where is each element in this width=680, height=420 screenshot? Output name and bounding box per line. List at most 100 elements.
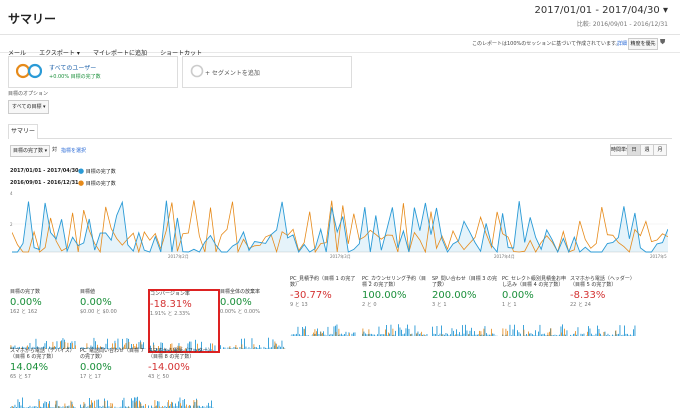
dot-icon: ●: [78, 179, 85, 187]
view-hour-button[interactable]: 時間単位: [610, 144, 631, 156]
metric-card-value: 0.00%: [10, 297, 42, 308]
metric-card-sub: $0.00 と $0.00: [80, 309, 117, 315]
metric-card-sub: 2 と 0: [362, 302, 377, 308]
metric-card[interactable]: スマホから電話（ヘッダー）（目標 5 の完了数） -8.33% 22 と 24: [570, 276, 638, 336]
tab-summary[interactable]: サマリー: [8, 124, 38, 139]
metric-sparkline: [502, 324, 568, 336]
add-segment-button[interactable]: + セグメントを追加: [182, 56, 352, 88]
legend-secondary: ● 目標の完了数: [78, 179, 116, 187]
metric-select[interactable]: 目標の完了数 ▾: [10, 145, 50, 157]
view-week-button[interactable]: 週: [640, 144, 654, 156]
x-axis-label-feb: 2017年2月: [168, 254, 189, 259]
goal-option-label: 目標のオプション: [8, 91, 49, 97]
metric-card-label: SP_問い合わせ（目標 3 の完了数）: [432, 276, 498, 288]
metric-card[interactable]: コンバージョン率 -18.31% 1.91% と 2.33%: [148, 289, 220, 353]
goal-select[interactable]: すべての目標 ▾: [8, 100, 49, 114]
metric-card[interactable]: PC_カウンセリング予約（目標 2 の完了数） 100.00% 2 と 0: [362, 276, 430, 336]
metric-sparkline: [362, 324, 428, 336]
metric-card-value: 0.00%: [80, 297, 112, 308]
metric-card-value: -18.31%: [150, 299, 192, 310]
metric-card-value: 200.00%: [432, 290, 477, 301]
metric-card[interactable]: PC_見積予約（目標 1 の完了数） -30.77% 9 と 13: [290, 276, 358, 336]
metric-card-sub: 1 と 1: [502, 302, 517, 308]
page-title: サマリー: [8, 12, 57, 26]
tab-bar: [8, 124, 672, 139]
metric-card[interactable]: 目標の完了数 0.00% 162 と 162: [10, 289, 78, 349]
metric-card-sub: 3 と 1: [432, 302, 447, 308]
chevron-down-icon: ▾: [43, 104, 46, 110]
x-axis-label-apr: 2017年4月: [494, 254, 515, 259]
segment-all-users[interactable]: すべてのユーザー +0.00% 目標の完了数: [8, 56, 178, 88]
metric-card-sub: 22 と 24: [570, 302, 591, 308]
segment-name: すべてのユーザー: [49, 65, 97, 72]
metric-card-label: 目標値: [80, 289, 96, 295]
date-range-picker[interactable]: 2017/01/01 - 2017/04/30 ▾: [535, 5, 668, 16]
metric-card-value: -14.00%: [148, 362, 190, 373]
sampling-notice: このレポートは100%のセッションに基づいて作成されています。: [472, 41, 621, 47]
metric-select-value: 目標の完了数: [13, 148, 44, 154]
metric-card-value: 0.00%: [80, 362, 112, 373]
metric-card-sub: 9 と 13: [290, 302, 308, 308]
metric-card[interactable]: スマホから電話（フッター）（目標 8 の完了数） -14.00% 43 と 50: [148, 348, 216, 408]
metric-card-value: -8.33%: [570, 290, 606, 301]
metric-card-sub: 162 と 162: [10, 309, 38, 315]
metric-card-label: スマホから電話（ヘッダー）（目標 5 の完了数）: [570, 276, 635, 288]
metric-card[interactable]: PC_セレクト級別見積金お申し込み（目標 4 の完了数） 0.00% 1 と 1: [502, 276, 570, 336]
metric-card-value: -30.77%: [290, 290, 332, 301]
shield-icon[interactable]: ⛊: [660, 38, 665, 47]
metric-card-sub: 0.00% と 0.00%: [220, 309, 260, 315]
compare-range: 比較: 2016/09/01 - 2016/12/31: [576, 21, 668, 28]
detail-link[interactable]: 詳細: [617, 40, 627, 47]
metric-card-label: コンバージョン率: [150, 291, 190, 297]
legend-primary-label: 目標の完了数: [85, 169, 116, 175]
metric-sparkline: [570, 325, 636, 336]
metric-card[interactable]: スマホから電話（デバイス）（目標 6 の完了数） 14.04% 65 と 57: [10, 348, 78, 408]
metric-card[interactable]: SP_問い合わせ（目標 3 の完了数） 200.00% 3 と 1: [432, 276, 500, 336]
chevron-down-icon: ▾: [44, 148, 48, 154]
metric-sparkline: [80, 396, 146, 408]
metric-sparkline: [290, 324, 356, 336]
metric-card-value: 14.04%: [10, 362, 49, 373]
metric-sparkline: [80, 337, 146, 349]
x-axis-label-may: 2017年5: [650, 254, 667, 259]
dot-icon: ●: [78, 167, 85, 175]
view-day-button[interactable]: 日: [627, 144, 641, 156]
metric-sparkline: [10, 338, 76, 349]
metric-card[interactable]: 目標全体の放棄率 0.00% 0.00% と 0.00%: [220, 289, 288, 349]
metric-card-sub: 17 と 17: [80, 374, 101, 380]
legend-date-primary: 2017/01/01 - 2017/04/30:: [10, 168, 81, 174]
metric-card-sub: 43 と 50: [148, 374, 169, 380]
metric-card-value: 0.00%: [220, 297, 252, 308]
chevron-down-icon[interactable]: ▾: [663, 5, 668, 16]
goal-select-value: すべての目標: [12, 104, 42, 110]
precision-button[interactable]: 精度を優先: [628, 38, 658, 50]
metric-card-sub: 65 と 57: [10, 374, 31, 380]
date-range[interactable]: 2017/01/01 - 2017/04/30: [535, 5, 660, 16]
metric-card-label: スマホから電話（デバイス）（目標 6 の完了数）: [10, 348, 75, 360]
metric-card-label: PC_電話問い合わせ（目標 7 の完了数）: [80, 348, 144, 360]
metric-card-label: PC_見積予約（目標 1 の完了数）: [290, 276, 356, 288]
metric-sparkline: [432, 324, 498, 336]
metric-sparkline: [148, 397, 214, 408]
metric-card[interactable]: 目標値 0.00% $0.00 と $0.00: [80, 289, 148, 349]
legend-secondary-label: 目標の完了数: [85, 181, 116, 187]
legend-date-secondary: 2016/09/01 - 2016/12/31:: [10, 180, 81, 186]
metric-card-value: 100.00%: [362, 290, 407, 301]
metric-card[interactable]: PC_電話問い合わせ（目標 7 の完了数） 0.00% 17 と 17: [80, 348, 148, 408]
view-month-button[interactable]: 月: [653, 144, 667, 156]
metric-card-label: 目標全体の放棄率: [220, 289, 261, 295]
metric-card-value: 0.00%: [502, 290, 534, 301]
metric-card-label: 目標の完了数: [10, 289, 41, 295]
metric-card-sub: 1.91% と 2.33%: [150, 311, 190, 317]
metric-card-label: スマホから電話（フッター）（目標 8 の完了数）: [148, 348, 213, 360]
segment-circle-icon: [190, 64, 204, 78]
segment-circles-icon: [16, 63, 42, 79]
legend-primary: ● 目標の完了数: [78, 167, 116, 175]
metric-card-label: PC_セレクト級別見積金お申し込み（目標 4 の完了数）: [502, 276, 567, 288]
select-metric-link[interactable]: 指標を選択: [61, 147, 86, 154]
add-segment-label: + セグメントを追加: [205, 70, 260, 77]
x-axis-label-mar: 2017年3月: [330, 254, 351, 259]
timeline-chart[interactable]: [12, 195, 668, 253]
segment-sub: +0.00% 目標の完了数: [49, 74, 101, 80]
vs-label: 対: [52, 147, 58, 153]
